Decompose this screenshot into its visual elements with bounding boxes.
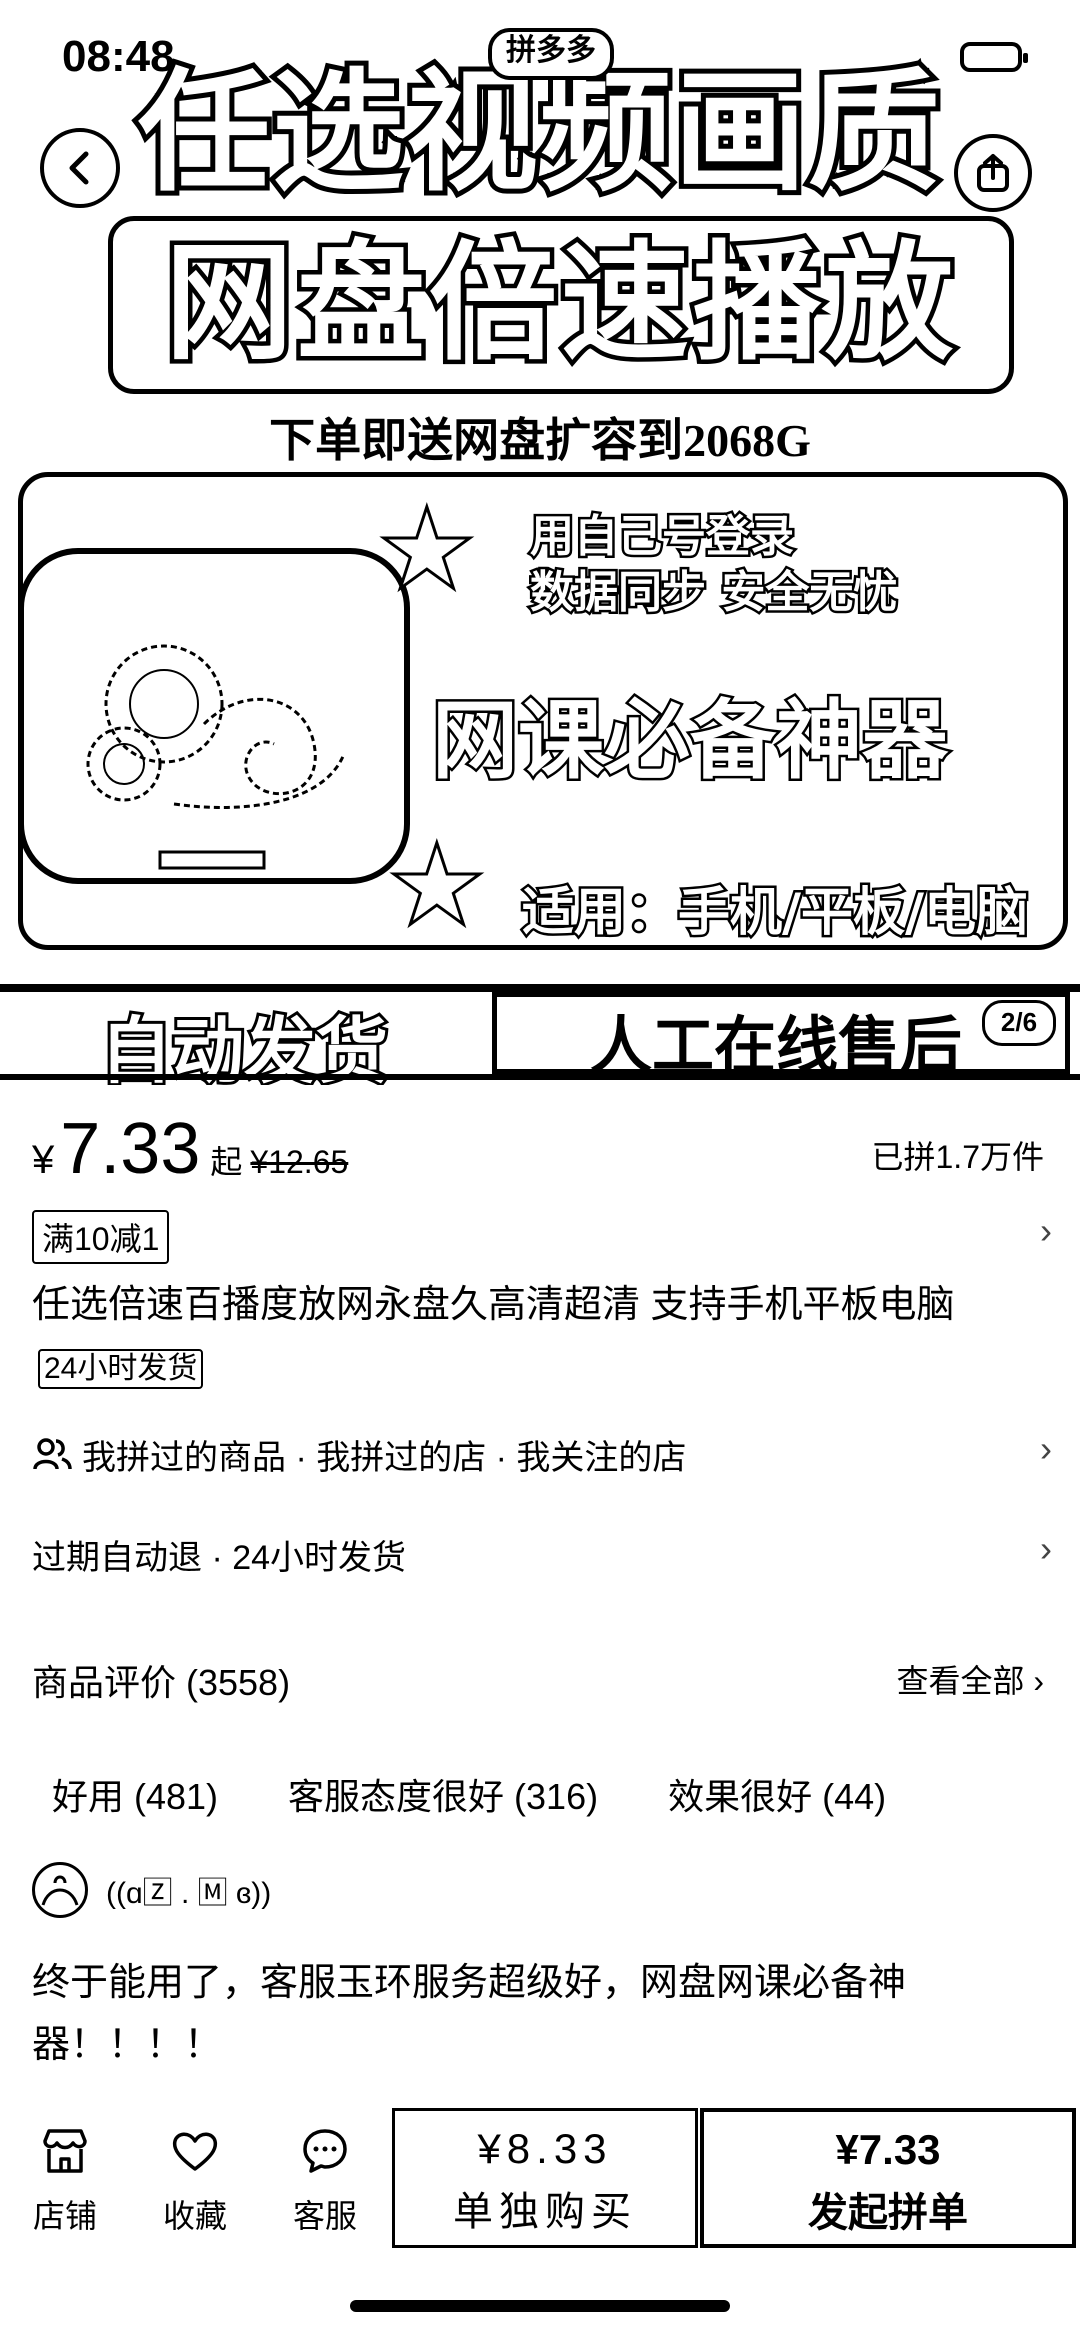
chevron-right-icon[interactable]: ›: [1040, 1528, 1052, 1570]
single-label: 单独购买: [453, 2190, 637, 2234]
coupon-badge[interactable]: 满10减1: [32, 1210, 170, 1264]
people-icon: [33, 1437, 72, 1469]
store-icon: [43, 2129, 87, 2173]
tab-store[interactable]: 店铺: [10, 2125, 120, 2237]
original-price: ¥12.65: [250, 1144, 349, 1180]
product-title: 任选倍速百播度放网永盘久高清超清 支持手机平板电脑: [32, 1284, 955, 1326]
group-price: ¥7.33: [835, 2126, 941, 2173]
share-icon: [977, 154, 1009, 192]
social-row[interactable]: 我拼过的商品 · 我拼过的店 · 我关注的店: [32, 1430, 686, 1479]
feature1-line1: 用自己号登录: [528, 509, 797, 565]
chat-icon: [303, 2129, 347, 2173]
feature-main: 网课必备神器: [430, 688, 951, 794]
tag-after-sales: 人工在线售后: [590, 1009, 963, 1082]
review-text: 终于能用了，客服玉环服务超级好，网盘网课必备神器！！！！: [32, 1962, 907, 2066]
price-currency: ¥: [32, 1138, 55, 1182]
view-all-label: 查看全部: [896, 1663, 1025, 1699]
buy-single-button[interactable]: ¥8.33 单独购买: [392, 2108, 698, 2248]
price-suffix: 起: [210, 1144, 243, 1180]
single-price: ¥8.33: [477, 2125, 613, 2172]
tab-store-label: 店铺: [32, 2198, 97, 2234]
tab-favorite-label: 收藏: [162, 2198, 227, 2234]
review-username: ((ɑ🅉 . 🄼 ɞ)): [106, 1877, 272, 1910]
service-row[interactable]: 过期自动退 · 24小时发货: [32, 1530, 406, 1579]
pdd-badge: 拼多多: [488, 28, 614, 80]
product-image-banner[interactable]: 08:48 任选视频画质 拼多多 网盘倍速播放 下单即送网盘扩容到2068G ★…: [0, 0, 1080, 1085]
banner-subline: 下单即送网盘扩容到2068G: [269, 415, 811, 466]
review-chips: 好用 (481) 客服态度很好 (316) 效果很好 (44): [52, 1768, 886, 1820]
group-buy-button[interactable]: ¥7.33 发起拼单: [700, 2108, 1076, 2248]
cloud-drive-logo: [18, 548, 410, 884]
back-button[interactable]: [40, 128, 120, 208]
shipping-tag: 24小时发货: [38, 1348, 204, 1389]
banner-divider: [0, 984, 1080, 992]
banner-headline-1: 任选视频画质: [133, 53, 945, 213]
sold-count: 已拼1.7万件: [871, 1139, 1045, 1175]
review-chip[interactable]: 效果很好 (44): [668, 1768, 886, 1820]
view-all-reviews[interactable]: 查看全部 ›: [896, 1656, 1044, 1702]
reviews-header: 商品评价 (3558): [32, 1662, 291, 1703]
tag-auto-ship: 自动发货: [97, 1006, 391, 1085]
chevron-right-icon[interactable]: ›: [1040, 1428, 1052, 1470]
star-icon: ★: [379, 494, 475, 606]
product-title-block: 任选倍速百播度放网永盘久高清超清 支持手机平板电脑 24小时发货: [32, 1274, 1012, 1398]
price-value: 7.33: [60, 1109, 201, 1189]
home-indicator[interactable]: [350, 2300, 730, 2312]
heart-icon: [172, 2132, 218, 2171]
review-chip[interactable]: 好用 (481): [52, 1768, 218, 1820]
banner-headline-2: 网盘倍速播放: [160, 224, 957, 383]
chevron-left-icon: [69, 151, 89, 185]
feature2: 适用：手机/平板/电脑: [520, 881, 1031, 946]
tab-service-label: 客服: [292, 2198, 357, 2234]
tab-service[interactable]: 客服: [270, 2125, 380, 2237]
star-icon: ★: [389, 830, 485, 942]
tab-favorite[interactable]: 收藏: [140, 2125, 250, 2237]
service-text: 过期自动退 · 24小时发货: [32, 1539, 407, 1577]
group-label: 发起拼单: [808, 2191, 968, 2235]
price-row: ¥ 7.33 起 ¥12.65: [32, 1108, 348, 1190]
review-user: ((ɑ🅉 . 🄼 ɞ)): [32, 1862, 271, 1918]
social-text: 我拼过的商品 · 我拼过的店 · 我关注的店: [82, 1439, 687, 1477]
feature1-line2: 数据同步 安全无忧: [527, 565, 899, 621]
share-button[interactable]: [954, 134, 1032, 212]
banner-bottom-border: [0, 1074, 1080, 1080]
image-counter: 2/6: [982, 1000, 1056, 1046]
chevron-right-icon[interactable]: ›: [1040, 1210, 1052, 1252]
review-chip[interactable]: 客服态度很好 (316): [288, 1768, 598, 1820]
avatar: [32, 1862, 88, 1918]
